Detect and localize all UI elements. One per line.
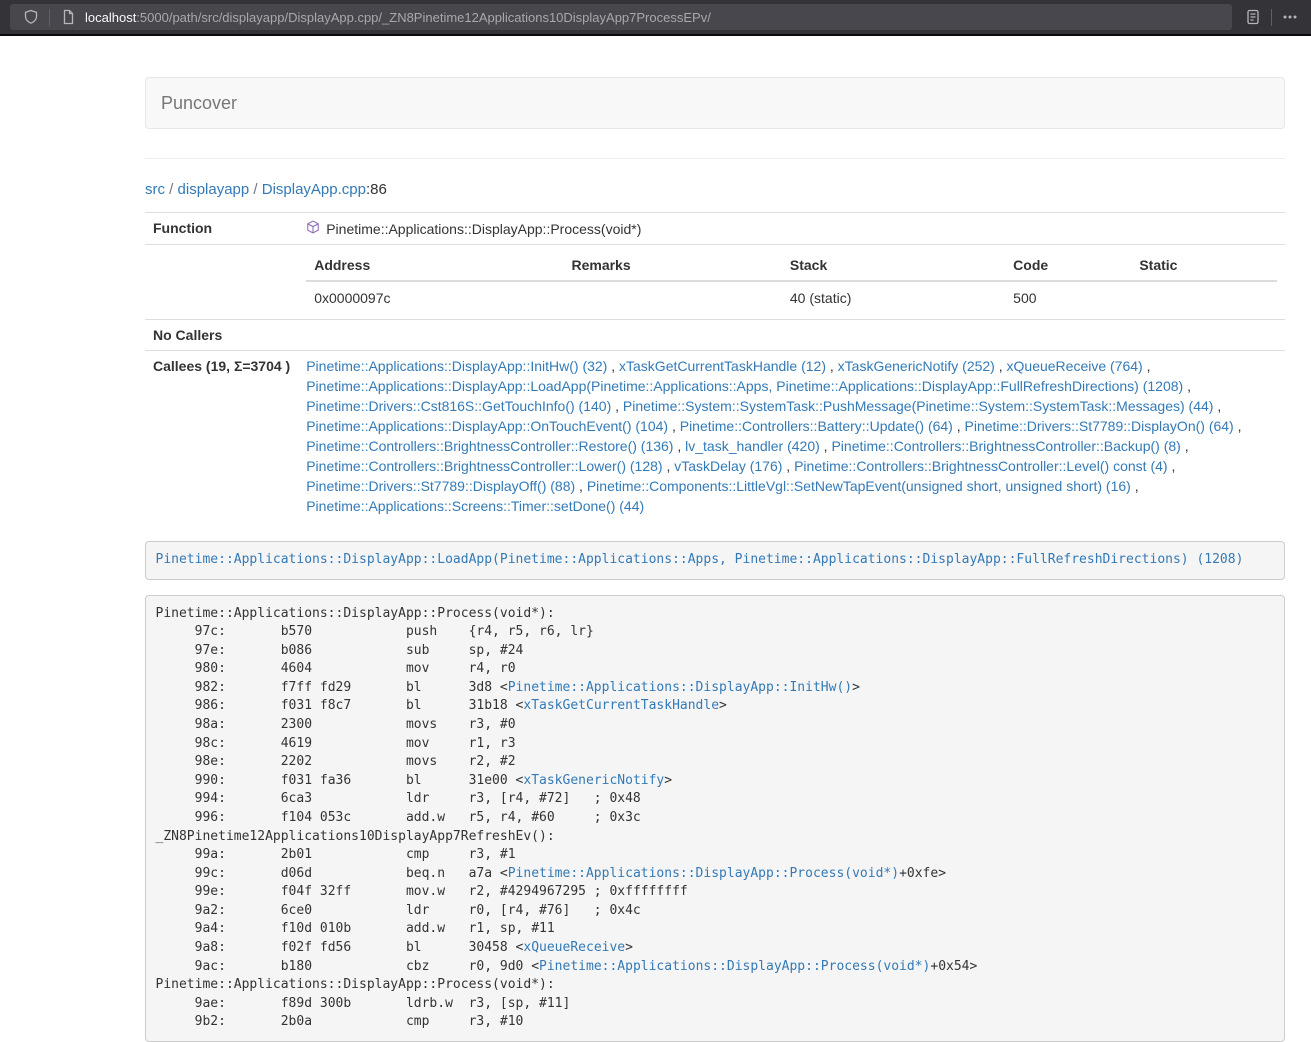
overflow-menu-icon[interactable] [1277,4,1303,30]
navbar: Puncover [145,77,1285,129]
static-cell [1131,281,1277,314]
callee-separator: , [1131,478,1139,494]
cube-icon [306,219,320,239]
callee-separator: , [673,438,685,454]
callee-separator: , [1234,418,1242,434]
callee-link[interactable]: Pinetime::Components::LittleVgl::SetNewT… [587,478,1131,494]
divider [145,158,1285,159]
callee-link[interactable]: vTaskDelay (176) [674,458,782,474]
url-path: :5000/path/src/displayapp/DisplayApp.cpp… [136,10,711,25]
no-callers-row: No Callers [145,320,1285,351]
callee-separator: , [607,358,619,374]
callee-link[interactable]: Pinetime::Drivers::Cst816S::GetTouchInfo… [306,398,611,414]
no-callers-label: No Callers [145,320,298,351]
callee-link[interactable]: Pinetime::Controllers::BrightnessControl… [306,458,662,474]
urlbar-separator [49,9,50,26]
detail-value-row: 0x0000097c 40 (static) 500 [306,281,1277,314]
callee-separator: , [1143,358,1151,374]
callee-separator: , [1181,438,1189,454]
function-detail-table: Address Remarks Stack Code Static 0x0000… [306,250,1277,314]
callee-separator: , [668,418,680,434]
code-cell: 500 [1005,281,1131,314]
callee-link[interactable]: Pinetime::Controllers::BrightnessControl… [794,458,1167,474]
callee-separator: , [995,358,1007,374]
callee-link[interactable]: xTaskGetCurrentTaskHandle (12) [619,358,826,374]
breadcrumb-line-number: :86 [366,181,387,198]
callee-link[interactable]: Pinetime::Drivers::St7789::DisplayOn() (… [965,418,1234,434]
url-text[interactable]: localhost:5000/path/src/displayapp/Displ… [85,10,711,25]
callee-link[interactable]: Pinetime::Applications::DisplayApp::OnTo… [306,418,668,434]
function-name: Pinetime::Applications::DisplayApp::Proc… [326,219,641,239]
callee-link[interactable]: xQueueReceive (764) [1007,358,1143,374]
detail-header-row: Address Remarks Stack Code Static [306,250,1277,281]
assembly-symbol-link[interactable]: xQueueReceive [523,940,625,955]
callee-link[interactable]: Pinetime::System::SystemTask::PushMessag… [623,398,1214,414]
assembly-code: Pinetime::Applications::DisplayApp::Proc… [145,595,1285,1042]
url-bar[interactable]: localhost:5000/path/src/displayapp/Displ… [10,4,1232,30]
reader-mode-icon[interactable] [1240,4,1266,30]
address-cell: 0x0000097c [306,281,563,314]
assembly-symbol-link[interactable]: Pinetime::Applications::DisplayApp::Proc… [539,959,930,974]
brand-title[interactable]: Puncover [146,93,252,114]
callee-link[interactable]: Pinetime::Applications::DisplayApp::Load… [306,378,1183,394]
function-row: Function Pinetime::Applications::Display… [145,213,1285,245]
callee-link[interactable]: Pinetime::Applications::Screens::Timer::… [306,498,644,514]
callee-separator: , [663,458,675,474]
breadcrumb-link[interactable]: src [145,181,165,198]
callees-label: Callees (19, Σ=3704 ) [145,351,298,522]
breadcrumb-separator: / [165,181,178,198]
highlighted-symbol-box: Pinetime::Applications::DisplayApp::Load… [145,541,1285,580]
url-host: localhost [85,10,136,25]
callee-link[interactable]: xTaskGenericNotify (252) [838,358,995,374]
callee-separator: , [1183,378,1191,394]
col-remarks: Remarks [563,250,781,281]
stack-cell: 40 (static) [782,281,1005,314]
browser-toolbar: localhost:5000/path/src/displayapp/Displ… [0,0,1311,36]
page-container: Puncover src / displayapp / DisplayApp.c… [145,36,1285,1042]
callee-separator: , [826,358,838,374]
remarks-cell [563,281,781,314]
assembly-symbol-link[interactable]: Pinetime::Applications::DisplayApp::Init… [508,680,852,695]
callee-link[interactable]: Pinetime::Controllers::BrightnessControl… [831,438,1180,454]
breadcrumb-link[interactable]: displayapp [178,181,250,198]
function-detail-row: Address Remarks Stack Code Static 0x0000… [145,245,1285,320]
callee-separator: , [611,398,623,414]
shield-icon[interactable] [18,4,44,30]
breadcrumb-separator: / [249,181,262,198]
callee-separator: , [953,418,965,434]
callee-link[interactable]: Pinetime::Applications::DisplayApp::Init… [306,358,607,374]
callee-separator: , [575,478,587,494]
function-row-label: Function [145,213,298,245]
callee-separator: , [1213,398,1221,414]
col-static: Static [1131,250,1277,281]
callee-separator: , [1168,458,1176,474]
callee-link[interactable]: lv_task_handler (420) [685,438,820,454]
breadcrumb: src / displayapp / DisplayApp.cpp:86 [145,179,1285,200]
callee-link[interactable]: Pinetime::Drivers::St7789::DisplayOff() … [306,478,575,494]
assembly-symbol-link[interactable]: xTaskGenericNotify [523,773,664,788]
col-address: Address [306,250,563,281]
assembly-symbol-link[interactable]: xTaskGetCurrentTaskHandle [523,698,719,713]
toolbar-separator [1271,9,1272,26]
breadcrumb-link[interactable]: DisplayApp.cpp [262,181,366,198]
callee-separator: , [820,438,832,454]
assembly-symbol-link[interactable]: Pinetime::Applications::DisplayApp::Proc… [508,866,899,881]
function-table: Function Pinetime::Applications::Display… [145,212,1285,521]
col-code: Code [1005,250,1131,281]
callee-separator: , [782,458,794,474]
page-icon[interactable] [55,4,81,30]
callee-link[interactable]: Pinetime::Controllers::Battery::Update()… [680,418,953,434]
col-stack: Stack [782,250,1005,281]
callees-cell: Pinetime::Applications::DisplayApp::Init… [298,351,1285,522]
highlighted-symbol-link[interactable]: Pinetime::Applications::DisplayApp::Load… [156,552,1244,567]
callee-link[interactable]: Pinetime::Controllers::BrightnessControl… [306,438,673,454]
callees-row: Callees (19, Σ=3704 ) Pinetime::Applicat… [145,351,1285,522]
